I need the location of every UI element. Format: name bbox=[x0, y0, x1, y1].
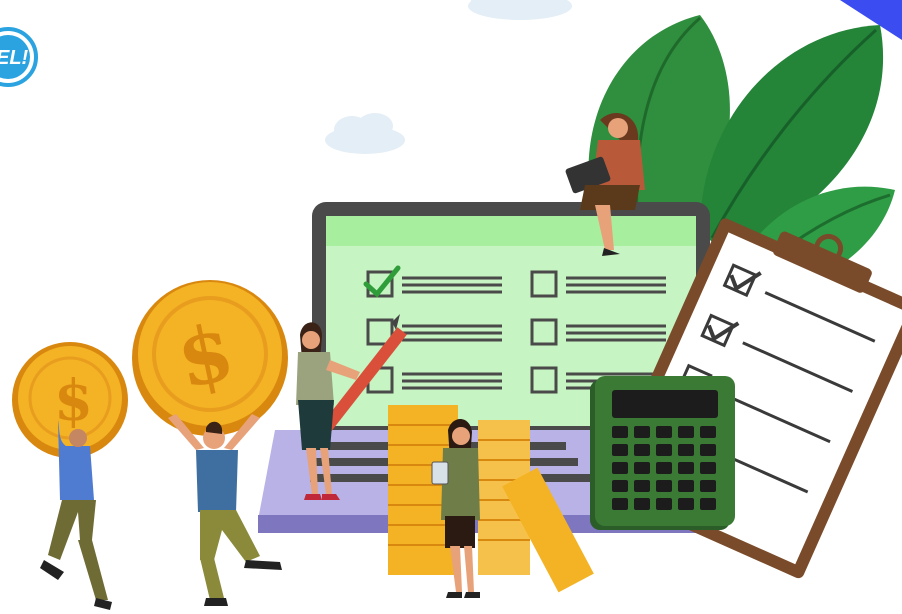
calculator-key bbox=[678, 498, 694, 510]
calculator-key bbox=[700, 498, 716, 510]
coin-carrier-left: $ bbox=[12, 342, 128, 610]
calculator-key bbox=[612, 426, 628, 438]
calculator-key bbox=[634, 426, 650, 438]
logo-badge: EL! bbox=[0, 27, 38, 87]
calculator-key bbox=[634, 444, 650, 456]
calculator-key bbox=[700, 462, 716, 474]
calculator-key bbox=[678, 480, 694, 492]
illustration-scene: EL! bbox=[0, 0, 902, 610]
coin-carrier-right: $ bbox=[132, 280, 288, 606]
calculator-key bbox=[612, 444, 628, 456]
calculator-key bbox=[700, 480, 716, 492]
calculator-key bbox=[678, 426, 694, 438]
calculator-key bbox=[700, 426, 716, 438]
calculator-key bbox=[656, 462, 672, 474]
calculator-key bbox=[612, 462, 628, 474]
calculator-key bbox=[656, 444, 672, 456]
calculator-key bbox=[612, 480, 628, 492]
coin-dollar-icon: $ bbox=[132, 280, 288, 436]
calculator-key bbox=[678, 462, 694, 474]
calculator-key bbox=[678, 444, 694, 456]
logo-text: EL! bbox=[0, 47, 29, 69]
calculator-key bbox=[634, 462, 650, 474]
cloud-icon bbox=[325, 113, 405, 154]
calculator-key bbox=[656, 480, 672, 492]
calculator-key bbox=[656, 426, 672, 438]
cloud-top-icon bbox=[468, 0, 572, 20]
calculator-key bbox=[634, 480, 650, 492]
calculator-key bbox=[700, 444, 716, 456]
calculator-key bbox=[612, 498, 628, 510]
calculator-key bbox=[634, 498, 650, 510]
calculator-key bbox=[656, 498, 672, 510]
coin-symbol-left: $ bbox=[54, 368, 93, 434]
calculator-icon bbox=[590, 376, 735, 530]
